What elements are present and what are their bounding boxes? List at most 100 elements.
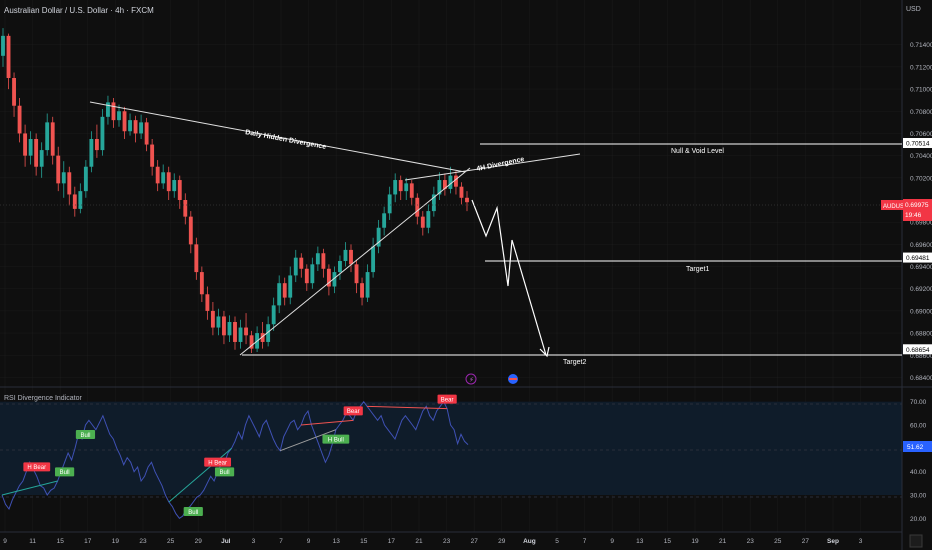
time-tick-label: 29 — [498, 538, 506, 545]
candle-body — [271, 305, 276, 325]
candle-body — [371, 246, 376, 273]
candle-body — [117, 111, 121, 121]
candle-body — [150, 144, 155, 167]
rsi-band — [0, 401, 902, 495]
candle-body — [205, 294, 210, 311]
time-tick-label: 3 — [252, 538, 256, 545]
candle-body — [188, 216, 193, 245]
time-tick-label: 21 — [415, 538, 423, 545]
candle-body — [133, 120, 138, 134]
candle-body — [465, 197, 469, 203]
candle-body — [67, 172, 72, 195]
candle-body — [387, 194, 392, 214]
candle-body — [349, 249, 353, 265]
candle-body — [177, 180, 182, 200]
target2-label: Target2 — [563, 359, 586, 366]
candle-body — [277, 283, 282, 306]
level-tag-text: 0.70514 — [906, 140, 930, 147]
rsi-label-text: Bull — [60, 470, 70, 476]
rsi-label-text: H Bear — [208, 460, 227, 466]
rsi-tick-label: 70.00 — [910, 399, 927, 406]
target1-label: Target1 — [686, 266, 709, 273]
countdown-text: 19:46 — [905, 212, 922, 219]
rsi-label-text: Bull — [220, 470, 230, 476]
candle-body — [161, 172, 166, 184]
candle-body — [39, 150, 44, 167]
null-void-label: Null & Void Level — [671, 148, 724, 155]
rsi-tick-label: 60.00 — [910, 423, 927, 430]
candle-body — [17, 105, 22, 134]
time-tick-label: Aug — [523, 538, 536, 545]
rsi-value-tag: 51.62 — [903, 441, 932, 452]
candle-body — [144, 122, 149, 145]
price-tick-label: 0.70800 — [910, 109, 932, 116]
rsi-label-text: Bull — [80, 433, 90, 439]
axis-settings-icon[interactable] — [909, 534, 923, 548]
rsi-label: Bear — [437, 394, 457, 404]
price-tick-label: 0.69000 — [910, 308, 932, 315]
time-tick-label: 19 — [691, 538, 699, 545]
candle-body — [12, 78, 16, 106]
time-tick-label: Sep — [827, 538, 839, 545]
rsi-label: H Bear — [204, 457, 232, 467]
candle-body — [315, 253, 320, 265]
rsi-indicator-title[interactable]: RSI Divergence Indicator — [4, 395, 82, 402]
candle-body — [183, 200, 188, 217]
candle-body — [128, 120, 132, 132]
rsi-label-text: H Bull — [328, 437, 344, 443]
price-tick-label: 0.68400 — [910, 375, 932, 382]
candle-body — [78, 191, 83, 209]
price-tick-label: 0.70400 — [910, 153, 932, 160]
candle-body — [139, 122, 144, 134]
price-tick-label: 0.71000 — [910, 87, 932, 94]
candle-body — [382, 213, 387, 228]
time-tick-label: 9 — [307, 538, 311, 545]
candle-body — [393, 180, 398, 195]
time-tick-label: 13 — [333, 538, 341, 545]
price-tick-label: 0.69600 — [910, 242, 932, 249]
axis-corner-icon[interactable] — [909, 534, 923, 548]
candle-body — [426, 211, 431, 228]
candle-body — [89, 139, 94, 167]
time-tick-label: 15 — [664, 538, 672, 545]
candle-body — [360, 283, 364, 298]
candle-body — [222, 316, 226, 336]
price-tick-label: 0.71200 — [910, 64, 932, 71]
price-tick-label: 0.68800 — [910, 331, 932, 338]
candle-body — [398, 180, 403, 192]
time-tick-label: 21 — [719, 538, 727, 545]
price-text: 0.69975 — [905, 202, 929, 209]
candle-body — [238, 327, 243, 342]
rsi-value-text: 51.62 — [907, 444, 924, 451]
candle-body — [404, 183, 409, 192]
candle-body — [244, 327, 248, 336]
chart-title: Australian Dollar / U.S. Dollar · 4h · F… — [4, 6, 154, 15]
currency-label[interactable]: USD — [906, 6, 921, 13]
candle-body — [155, 166, 160, 184]
price-tick-label: 0.71400 — [910, 42, 932, 49]
candle-body — [321, 253, 326, 269]
candle-body — [50, 122, 55, 156]
candle-body — [23, 133, 28, 156]
time-tick-label: 23 — [139, 538, 147, 545]
candle-body — [343, 249, 348, 261]
rsi-label-text: Bear — [441, 397, 454, 403]
time-tick-label: 17 — [388, 538, 396, 545]
time-tick-label: 5 — [555, 538, 559, 545]
time-tick-label: 19 — [112, 538, 120, 545]
candle-body — [28, 139, 33, 156]
candle-body — [194, 244, 199, 273]
candle-body — [94, 139, 99, 151]
candle-body — [282, 283, 287, 298]
candle-body — [61, 172, 66, 184]
candle-body — [34, 139, 39, 167]
time-tick-label: 11 — [29, 538, 36, 545]
candle-body — [6, 35, 11, 78]
chart-stage: H Bear Bull Bull H Bear Bull Bull Bear H Bull Be… — [0, 0, 932, 550]
rsi-label: H Bull — [322, 434, 350, 444]
level-tag-text: 0.68654 — [906, 347, 930, 354]
candle-body — [210, 310, 215, 328]
time-tick-label: Jul — [221, 538, 231, 545]
time-tick-label: 29 — [195, 538, 203, 545]
candle-body — [1, 35, 5, 56]
